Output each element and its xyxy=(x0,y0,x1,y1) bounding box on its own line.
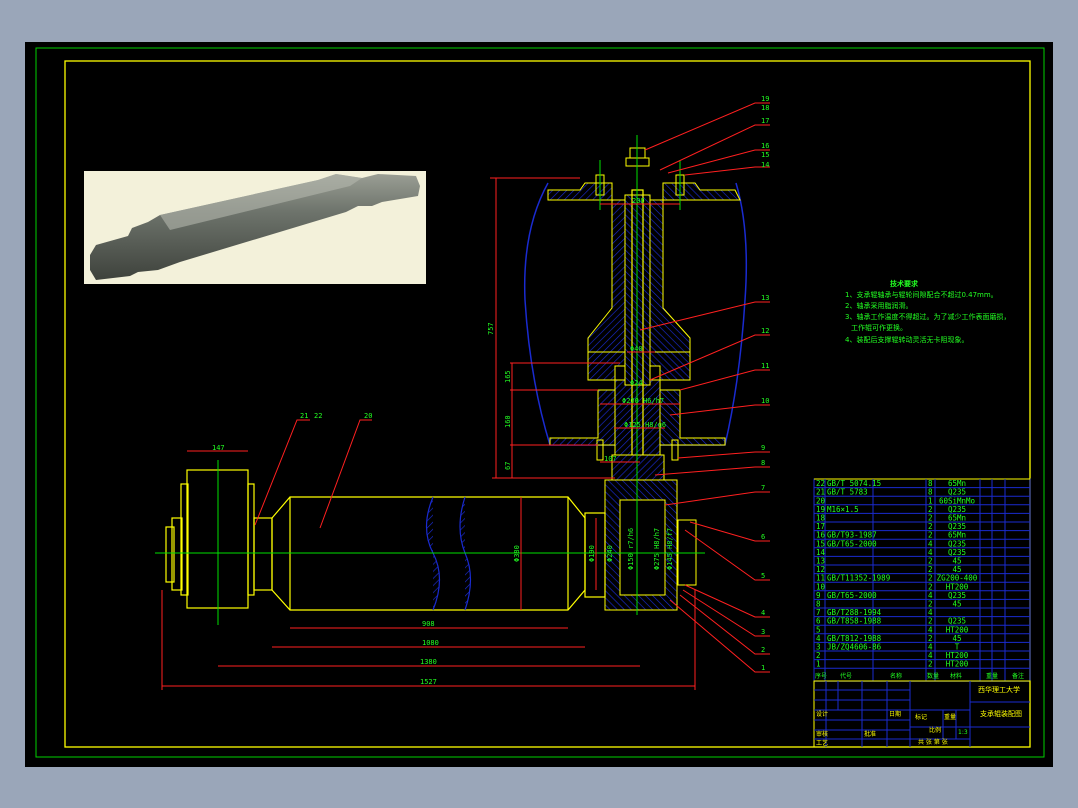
tech-req-title: 技术要求 xyxy=(890,279,919,288)
parts-header-qty: 数量 xyxy=(927,672,939,680)
dim-d190: Φ190 xyxy=(588,545,596,562)
part-standard: M16×1.5 xyxy=(827,505,859,514)
balloon: 18 xyxy=(761,104,769,112)
balloon: 7 xyxy=(761,484,765,492)
dim-200: 200 xyxy=(632,197,645,205)
tech-req-item: 3、轴承工作温度不得超过。为了减少工作表面磨损， xyxy=(845,312,1010,321)
balloon: 6 xyxy=(761,533,765,541)
balloon: 12 xyxy=(761,327,769,335)
part-standard: GB/T858-1988 xyxy=(827,617,882,626)
balloon: 14 xyxy=(761,161,769,169)
school-name: 西华理工大学 xyxy=(978,685,1020,694)
parts-header-name: 名称 xyxy=(890,672,902,680)
dim-d24: Φ24 xyxy=(630,379,643,387)
parts-header-material: 材料 xyxy=(950,672,962,680)
part-number: 1 xyxy=(816,660,821,669)
balloon: 11 xyxy=(761,362,769,370)
balloon: 8 xyxy=(761,459,765,467)
part-standard: GB/T65-2000 xyxy=(827,539,877,548)
fit-150: Φ150 r7/h6 xyxy=(627,528,635,570)
fit-145: Φ145 H8/f7 xyxy=(666,528,674,570)
dim-147: 147 xyxy=(212,444,225,452)
parts-header-remark: 备注 xyxy=(1012,672,1024,680)
parts-header-no: 序号 xyxy=(815,672,827,680)
tech-req-item: 4、装配后支撑辊转动灵活无卡阻现象。 xyxy=(845,335,968,344)
sheet-info: 共 张 第 张 xyxy=(918,738,948,746)
balloon: 2 xyxy=(761,646,765,654)
part-standard: JB/ZQ4606-86 xyxy=(827,643,882,652)
dim-67: 67 xyxy=(504,462,512,470)
part-quantity: 2 xyxy=(928,660,933,669)
part-material: HT200 xyxy=(946,660,969,669)
dim-908: 908 xyxy=(422,620,435,628)
label-process: 工艺 xyxy=(816,739,828,747)
dim-1380: 1380 xyxy=(420,658,437,666)
label-date: 日期 xyxy=(889,710,901,718)
balloon: 20 xyxy=(364,412,372,420)
balloon: 19 xyxy=(761,95,769,103)
balloon: 5 xyxy=(761,572,765,580)
roller-3d-render xyxy=(84,171,426,284)
dim-d380: Φ380 xyxy=(513,545,521,562)
drawing-name: 支承辊装配图 xyxy=(980,709,1022,718)
fit-125: Φ125 H8/g6 xyxy=(624,421,666,429)
balloon: 9 xyxy=(761,444,765,452)
balloon: 13 xyxy=(761,294,769,302)
balloon: 21 xyxy=(300,412,308,420)
dim-1527: 1527 xyxy=(420,678,437,686)
tech-req-item: 1、支承辊轴承与辊轮间隙配合不超过0.47mm。 xyxy=(845,290,998,299)
parts-header-std: 代号 xyxy=(840,672,852,680)
balloon: 10 xyxy=(761,397,769,405)
dim-d240: Φ240 xyxy=(606,545,614,562)
fit-275: Φ275 H8/h7 xyxy=(653,528,661,570)
scale-value: 1:3 xyxy=(958,729,968,736)
label-weight: 重量 xyxy=(944,713,956,721)
balloon: 3 xyxy=(761,628,765,636)
balloon: 16 xyxy=(761,142,769,150)
label-scale: 比例 xyxy=(929,726,941,734)
parts-header-weight: 重量 xyxy=(986,672,998,680)
balloon: 15 xyxy=(761,151,769,159)
dim-165: 165 xyxy=(504,370,512,383)
part-standard: GB/T65-2000 xyxy=(827,591,877,600)
tech-req-item: 2、轴承采用脂润滑。 xyxy=(845,301,912,310)
balloon: 1 xyxy=(761,664,765,672)
dim-757: 757 xyxy=(487,322,495,335)
balloon: 4 xyxy=(761,609,765,617)
label-design: 设计 xyxy=(816,710,828,718)
dim-107: 107 xyxy=(604,455,617,463)
dim-1080: 1080 xyxy=(422,639,439,647)
cad-drawing: 757 165 160 67 200 Φ40 Φ24 Φ200 H6/h7 Φ1… xyxy=(25,42,1053,767)
balloon: 22 xyxy=(314,412,322,420)
fit-200: Φ200 H6/h7 xyxy=(622,397,664,405)
label-approve: 批准 xyxy=(864,730,876,738)
dim-160: 160 xyxy=(504,415,512,428)
label-mark: 标记 xyxy=(915,713,927,721)
dim-d40: Φ40 xyxy=(630,345,643,353)
part-material: 45 xyxy=(952,600,961,609)
part-standard: GB/T11352-1989 xyxy=(827,574,890,583)
label-check: 审核 xyxy=(816,730,828,738)
part-standard: GB/T 5783 xyxy=(827,488,868,497)
balloon: 17 xyxy=(761,117,769,125)
tech-req-item: 工作辊可作更换。 xyxy=(851,323,907,332)
